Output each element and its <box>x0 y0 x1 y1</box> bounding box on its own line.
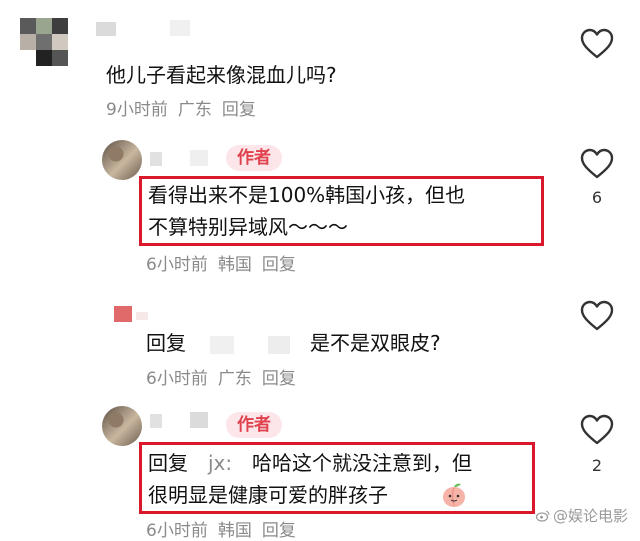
reply-button[interactable]: 回复 <box>262 521 296 541</box>
comment-time: 9小时前 <box>106 100 168 120</box>
comment-location: 广东 <box>177 100 212 120</box>
heart-outline-icon[interactable] <box>580 28 614 60</box>
reply-prefix: 回复 <box>148 451 188 475</box>
like-count: 2 <box>591 456 603 475</box>
comment-time: 6小时前 <box>146 521 208 541</box>
reply-button[interactable]: 回复 <box>222 100 256 120</box>
reply-to: jx: <box>208 451 233 475</box>
watermark-text: @娱论电影 <box>552 507 628 525</box>
comment-text: 是不是双眼皮? <box>310 331 441 355</box>
username-redacted <box>190 412 208 428</box>
comment-text-line2: 很明显是健康可爱的胖孩子 <box>148 483 388 507</box>
avatar[interactable] <box>102 406 142 446</box>
reply-prefix: 回复 <box>146 331 186 355</box>
watermark: @娱论电影 <box>535 505 628 526</box>
reply-button[interactable]: 回复 <box>262 255 296 275</box>
comment-location: 广东 <box>217 369 252 389</box>
username-redacted <box>136 312 148 320</box>
weibo-logo-icon <box>535 510 550 522</box>
username-redacted <box>150 152 162 166</box>
comment-time: 6小时前 <box>146 369 208 389</box>
heart-outline-icon[interactable] <box>580 414 614 446</box>
reply-target-redacted <box>268 336 290 354</box>
heart-outline-icon[interactable] <box>580 300 614 332</box>
avatar-small-redacted[interactable] <box>114 306 132 322</box>
reply-target-redacted <box>210 336 234 354</box>
username-redacted <box>190 150 208 166</box>
comment-text-line1: 看得出来不是100%韩国小孩，但也 <box>148 183 466 207</box>
heart-outline-icon[interactable] <box>580 148 614 180</box>
comment-meta: 9小时前 广东 回复 <box>106 95 266 120</box>
comment-text-line1: 哈哈这个就没注意到，但 <box>252 451 472 475</box>
author-tag: 作者 <box>226 412 282 438</box>
username-redacted <box>150 414 162 428</box>
author-tag: 作者 <box>226 145 282 171</box>
reply-button[interactable]: 回复 <box>262 369 296 389</box>
comment-location: 韩国 <box>217 255 252 275</box>
avatar[interactable] <box>102 140 142 180</box>
comment-meta: 6小时前 广东 回复 <box>146 364 306 389</box>
peach-emoji-icon <box>443 483 465 507</box>
username-redacted <box>170 20 190 36</box>
username-redacted <box>96 22 116 36</box>
avatar-pixelated[interactable] <box>20 18 82 74</box>
comment-text: 他儿子看起来像混血儿吗? <box>106 63 337 87</box>
comment-location: 韩国 <box>217 521 252 541</box>
comment-meta: 6小时前 韩国 回复 <box>146 516 306 541</box>
comment-time: 6小时前 <box>146 255 208 275</box>
comment-meta: 6小时前 韩国 回复 <box>146 250 306 275</box>
comment-text-line2: 不算特别异域风～～～ <box>148 215 348 239</box>
like-count: 6 <box>591 188 603 207</box>
